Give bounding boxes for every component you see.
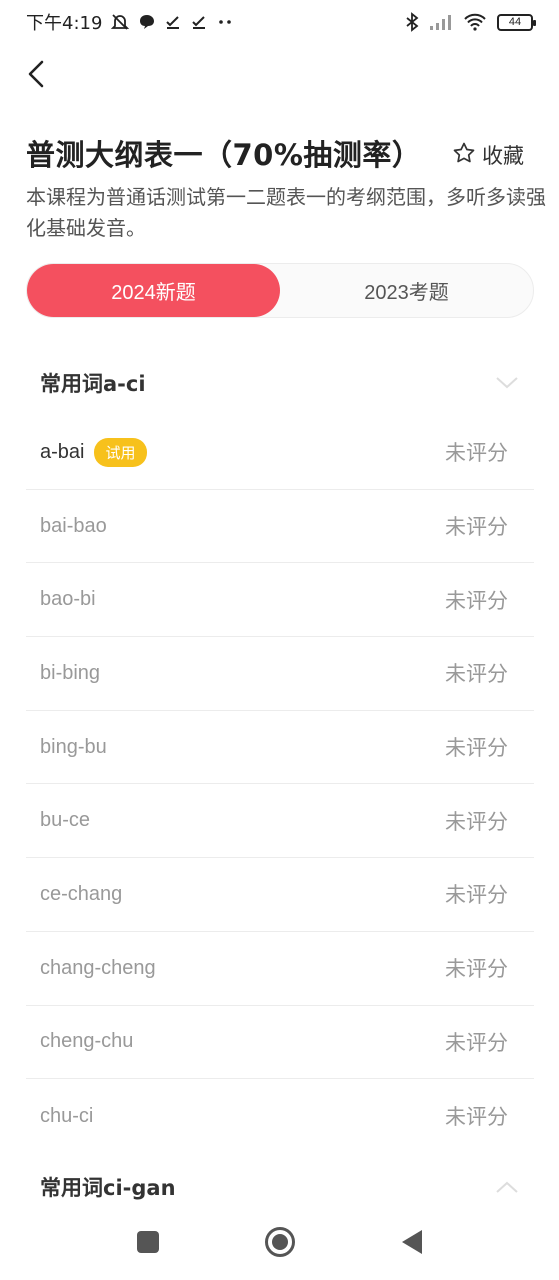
status-time: 下午4:19 (26, 13, 103, 34)
list-item[interactable]: cheng-chu 未评分 (26, 1006, 534, 1080)
item-name: chang-cheng (40, 956, 156, 979)
item-status: 未评分 (445, 736, 508, 761)
checkmark-icon (164, 13, 182, 31)
favorite-label: 收藏 (482, 144, 524, 168)
list-item[interactable]: chu-ci 未评分 (26, 1079, 534, 1153)
section-header-a-ci[interactable]: 常用词a-ci (26, 358, 534, 408)
trial-badge: 试用 (94, 437, 147, 467)
wifi-icon (463, 13, 487, 31)
chevron-down-icon (494, 373, 520, 393)
back-button[interactable] (18, 56, 54, 96)
item-name: bai-bao (40, 514, 107, 537)
item-status: 未评分 (445, 1030, 508, 1055)
system-nav-bar (0, 1212, 559, 1276)
list-item[interactable]: bao-bi 未评分 (26, 563, 534, 638)
list-item[interactable]: bing-bu 未评分 (26, 711, 534, 785)
square-icon (136, 1230, 160, 1258)
item-name: bu-ce (40, 809, 91, 832)
list-item[interactable]: chang-cheng 未评分 (26, 932, 534, 1006)
section-title: 常用词ci-gan (40, 1176, 176, 1200)
item-status: 未评分 (445, 515, 508, 540)
triangle-back-icon (400, 1229, 424, 1259)
star-outline-icon (452, 141, 476, 170)
signal-icon (429, 13, 453, 31)
bluetooth-icon (405, 12, 419, 32)
item-status: 未评分 (445, 441, 508, 466)
status-bar: 下午4:19 44 (0, 0, 559, 44)
list-item[interactable]: ce-chang 未评分 (26, 858, 534, 932)
item-status: 未评分 (445, 809, 508, 834)
favorite-button[interactable]: 收藏 (452, 140, 524, 170)
item-name: ce-chang (40, 882, 123, 905)
item-name: bao-bi (40, 588, 96, 611)
list-item[interactable]: a-bai 试用 未评分 (26, 416, 534, 490)
course-description: 本课程为普通话测试第一二题表一的考纲范围，多听多读强化基础发音。 (26, 185, 546, 240)
battery-icon: 44 (497, 13, 536, 31)
checkmark-icon (190, 13, 208, 31)
item-name: a-bai (40, 440, 85, 463)
system-back-button[interactable] (392, 1224, 432, 1264)
home-button[interactable] (260, 1224, 300, 1264)
back-arrow-icon (27, 60, 45, 92)
recents-button[interactable] (128, 1224, 168, 1264)
more-dots-icon (216, 13, 234, 31)
tab-2024[interactable]: 2024新题 (27, 264, 280, 317)
item-status: 未评分 (445, 662, 508, 687)
circle-icon (264, 1226, 296, 1262)
status-bar-right: 44 (405, 12, 536, 32)
list-item[interactable]: bu-ce 未评分 (26, 784, 534, 859)
section-title: 常用词a-ci (40, 372, 146, 396)
word-list: a-bai 试用 未评分 bai-bao 未评分 bao-bi 未评分 bi-b… (26, 416, 534, 1153)
tab-2023[interactable]: 2023考题 (280, 264, 533, 317)
mute-icon (110, 12, 130, 32)
item-status: 未评分 (445, 957, 508, 982)
item-status: 未评分 (445, 588, 508, 613)
item-name: cheng-chu (40, 1030, 134, 1053)
list-item[interactable]: bai-bao 未评分 (26, 490, 534, 564)
item-name: bi-bing (40, 661, 101, 684)
item-status: 未评分 (445, 1105, 508, 1130)
chevron-up-icon (494, 1177, 520, 1197)
page-title: 普测大纲表一（70%抽测率） (26, 138, 422, 172)
section-header-ci-gan[interactable]: 常用词ci-gan (26, 1162, 534, 1212)
item-name: bing-bu (40, 735, 107, 758)
status-bar-left: 下午4:19 (26, 9, 234, 35)
item-status: 未评分 (445, 883, 508, 908)
item-name: chu-ci (40, 1104, 94, 1127)
list-item[interactable]: bi-bing 未评分 (26, 637, 534, 711)
chat-bubble-icon (138, 13, 156, 31)
year-tabs: 2024新题 2023考题 (26, 263, 534, 318)
